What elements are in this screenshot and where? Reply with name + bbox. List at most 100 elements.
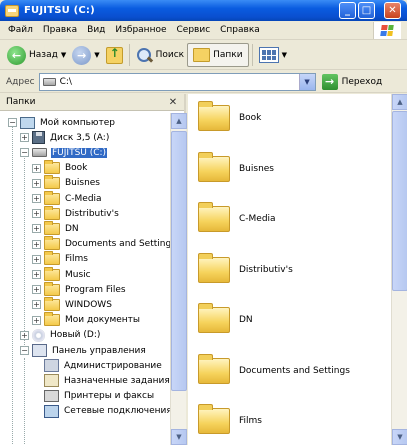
title-bar[interactable]: FUJITSU (C:) _ □ ✕	[0, 0, 407, 21]
tree-item[interactable]: + Диск 3,5 (A:)	[20, 130, 110, 145]
tree-item-label: DN	[65, 223, 79, 234]
folder-icon	[44, 266, 60, 281]
tree-item[interactable]: + Films	[32, 251, 89, 267]
folder-item-label: Distributiv's	[239, 264, 293, 275]
tree-item[interactable]: + WINDOWS	[32, 296, 113, 312]
forward-dropdown-icon[interactable]: ▼	[94, 51, 99, 59]
close-button[interactable]: ✕	[384, 2, 401, 19]
windows-flag-icon	[380, 25, 394, 36]
tree-item[interactable]: + Program Files	[32, 281, 127, 297]
collapse-icon[interactable]: −	[20, 346, 29, 355]
menu-tools[interactable]: Сервис	[172, 25, 216, 35]
content-scroll-up-arrow-icon[interactable]: ▲	[392, 94, 407, 110]
expand-icon[interactable]: +	[32, 239, 41, 249]
tree-connector-line	[24, 358, 25, 445]
back-button[interactable]: ← Назад ▼	[4, 43, 69, 67]
scroll-thumb[interactable]	[171, 131, 187, 391]
folder-item[interactable]: C-Media	[198, 199, 276, 239]
address-value: C:\	[59, 76, 72, 87]
expand-icon[interactable]: +	[32, 285, 41, 295]
expand-icon[interactable]: +	[20, 133, 29, 143]
menu-help[interactable]: Справка	[215, 25, 265, 35]
folder-item[interactable]: Book	[198, 98, 261, 138]
maximize-button[interactable]: □	[358, 2, 375, 19]
tree-item[interactable]: + Buisnes	[32, 175, 101, 191]
address-input[interactable]: C:\ ▼	[38, 72, 316, 91]
folder-item[interactable]: Distributiv's	[198, 250, 293, 290]
scheduled-tasks-icon	[44, 374, 59, 388]
go-button[interactable]: → Переход	[321, 73, 382, 90]
tree-item[interactable]: Сетевые подключения	[32, 404, 170, 419]
forward-button[interactable]: → ▼	[69, 43, 102, 67]
folder-icon	[44, 160, 60, 175]
folders-pane-close-icon[interactable]: ✕	[166, 95, 180, 109]
tree-item-label: WINDOWS	[65, 299, 112, 310]
up-folder-button[interactable]	[103, 43, 126, 67]
collapse-icon[interactable]: −	[20, 148, 29, 158]
folders-pane: Папки ✕ − Мой компьютер + Диск 3,5 (A:) − FUJ…	[0, 94, 187, 445]
expand-icon[interactable]: +	[32, 209, 41, 219]
tree-item-label: Администрирование	[64, 360, 162, 371]
tree-item[interactable]: + C-Media	[32, 190, 103, 206]
minimize-button[interactable]: _	[339, 2, 356, 19]
tree-item[interactable]: + Book	[32, 160, 88, 176]
expand-icon[interactable]: +	[32, 300, 41, 310]
tree-item[interactable]: + Distributiv's	[32, 205, 120, 221]
tree-item-label: Book	[65, 163, 88, 174]
tree-item[interactable]: + Мои документы	[32, 312, 141, 328]
menu-edit[interactable]: Правка	[38, 25, 82, 35]
content-scrollbar[interactable]: ▲ ▼	[391, 94, 407, 445]
menu-view[interactable]: Вид	[82, 25, 110, 35]
tree-item[interactable]: Назначенные задания	[32, 373, 170, 388]
folders-button[interactable]: Папки	[187, 43, 249, 67]
menu-favorites[interactable]: Избранное	[110, 25, 171, 35]
expand-icon[interactable]: +	[32, 194, 41, 203]
expand-icon[interactable]: +	[32, 163, 41, 173]
computer-icon	[20, 116, 35, 129]
folder-icon	[44, 296, 60, 311]
expand-icon[interactable]: +	[32, 254, 41, 264]
menu-bar: Файл Правка Вид Избранное Сервис Справка	[0, 21, 407, 40]
tree-item[interactable]: − Панель управления	[20, 343, 147, 358]
views-button[interactable]: ▼	[256, 43, 290, 67]
expand-icon[interactable]: +	[20, 330, 29, 340]
folder-item[interactable]: Films	[198, 401, 262, 441]
tree-item[interactable]: + Music	[32, 266, 92, 282]
scroll-down-arrow-icon[interactable]: ▼	[171, 429, 187, 445]
content-scroll-down-arrow-icon[interactable]: ▼	[392, 429, 407, 445]
folder-icon	[198, 101, 230, 131]
folder-icon	[198, 303, 230, 333]
folder-icon	[198, 404, 230, 434]
folder-item[interactable]: Documents and Settings	[198, 351, 350, 391]
folder-item[interactable]: Buisnes	[198, 149, 274, 189]
expand-icon[interactable]: +	[32, 178, 41, 188]
search-button[interactable]: Поиск	[133, 43, 188, 67]
folder-item[interactable]: DN	[198, 300, 253, 340]
drive-icon	[32, 148, 47, 158]
content-scroll-thumb[interactable]	[392, 111, 407, 291]
drive-icon	[42, 77, 56, 86]
address-bar: Адрес C:\ ▼ → Переход	[0, 71, 407, 93]
tree-item[interactable]: − FUJITSU (C:)	[20, 145, 108, 160]
tree-item[interactable]: − Мой компьютер	[8, 115, 116, 130]
tree-item-label: Buisnes	[65, 178, 100, 189]
address-dropdown-icon[interactable]: ▼	[298, 73, 315, 90]
menu-file[interactable]: Файл	[3, 25, 38, 35]
collapse-icon[interactable]: −	[8, 118, 17, 127]
tree-item[interactable]: Администрирование	[32, 358, 163, 373]
tree-item[interactable]: Принтеры и факсы	[32, 389, 155, 404]
views-dropdown-icon[interactable]: ▼	[282, 51, 287, 59]
folders-scrollbar[interactable]: ▲ ▼	[170, 113, 187, 445]
tree-item-label: Диск 3,5 (A:)	[50, 132, 110, 143]
folder-tree: − Мой компьютер + Диск 3,5 (A:) − FUJITSU (C:…	[0, 113, 170, 445]
back-dropdown-icon[interactable]: ▼	[61, 51, 66, 59]
tree-item-label: Мой компьютер	[40, 117, 115, 128]
tree-item[interactable]: + Новый (D:)	[20, 328, 101, 343]
tree-item[interactable]: + DN	[32, 220, 80, 236]
tree-item[interactable]: + Documents and Settings	[32, 236, 170, 252]
expand-icon[interactable]: +	[32, 224, 41, 234]
expand-icon[interactable]: +	[32, 315, 41, 325]
scroll-up-arrow-icon[interactable]: ▲	[171, 113, 187, 129]
expand-icon[interactable]: +	[32, 270, 41, 279]
tree-connector-line	[24, 153, 25, 353]
